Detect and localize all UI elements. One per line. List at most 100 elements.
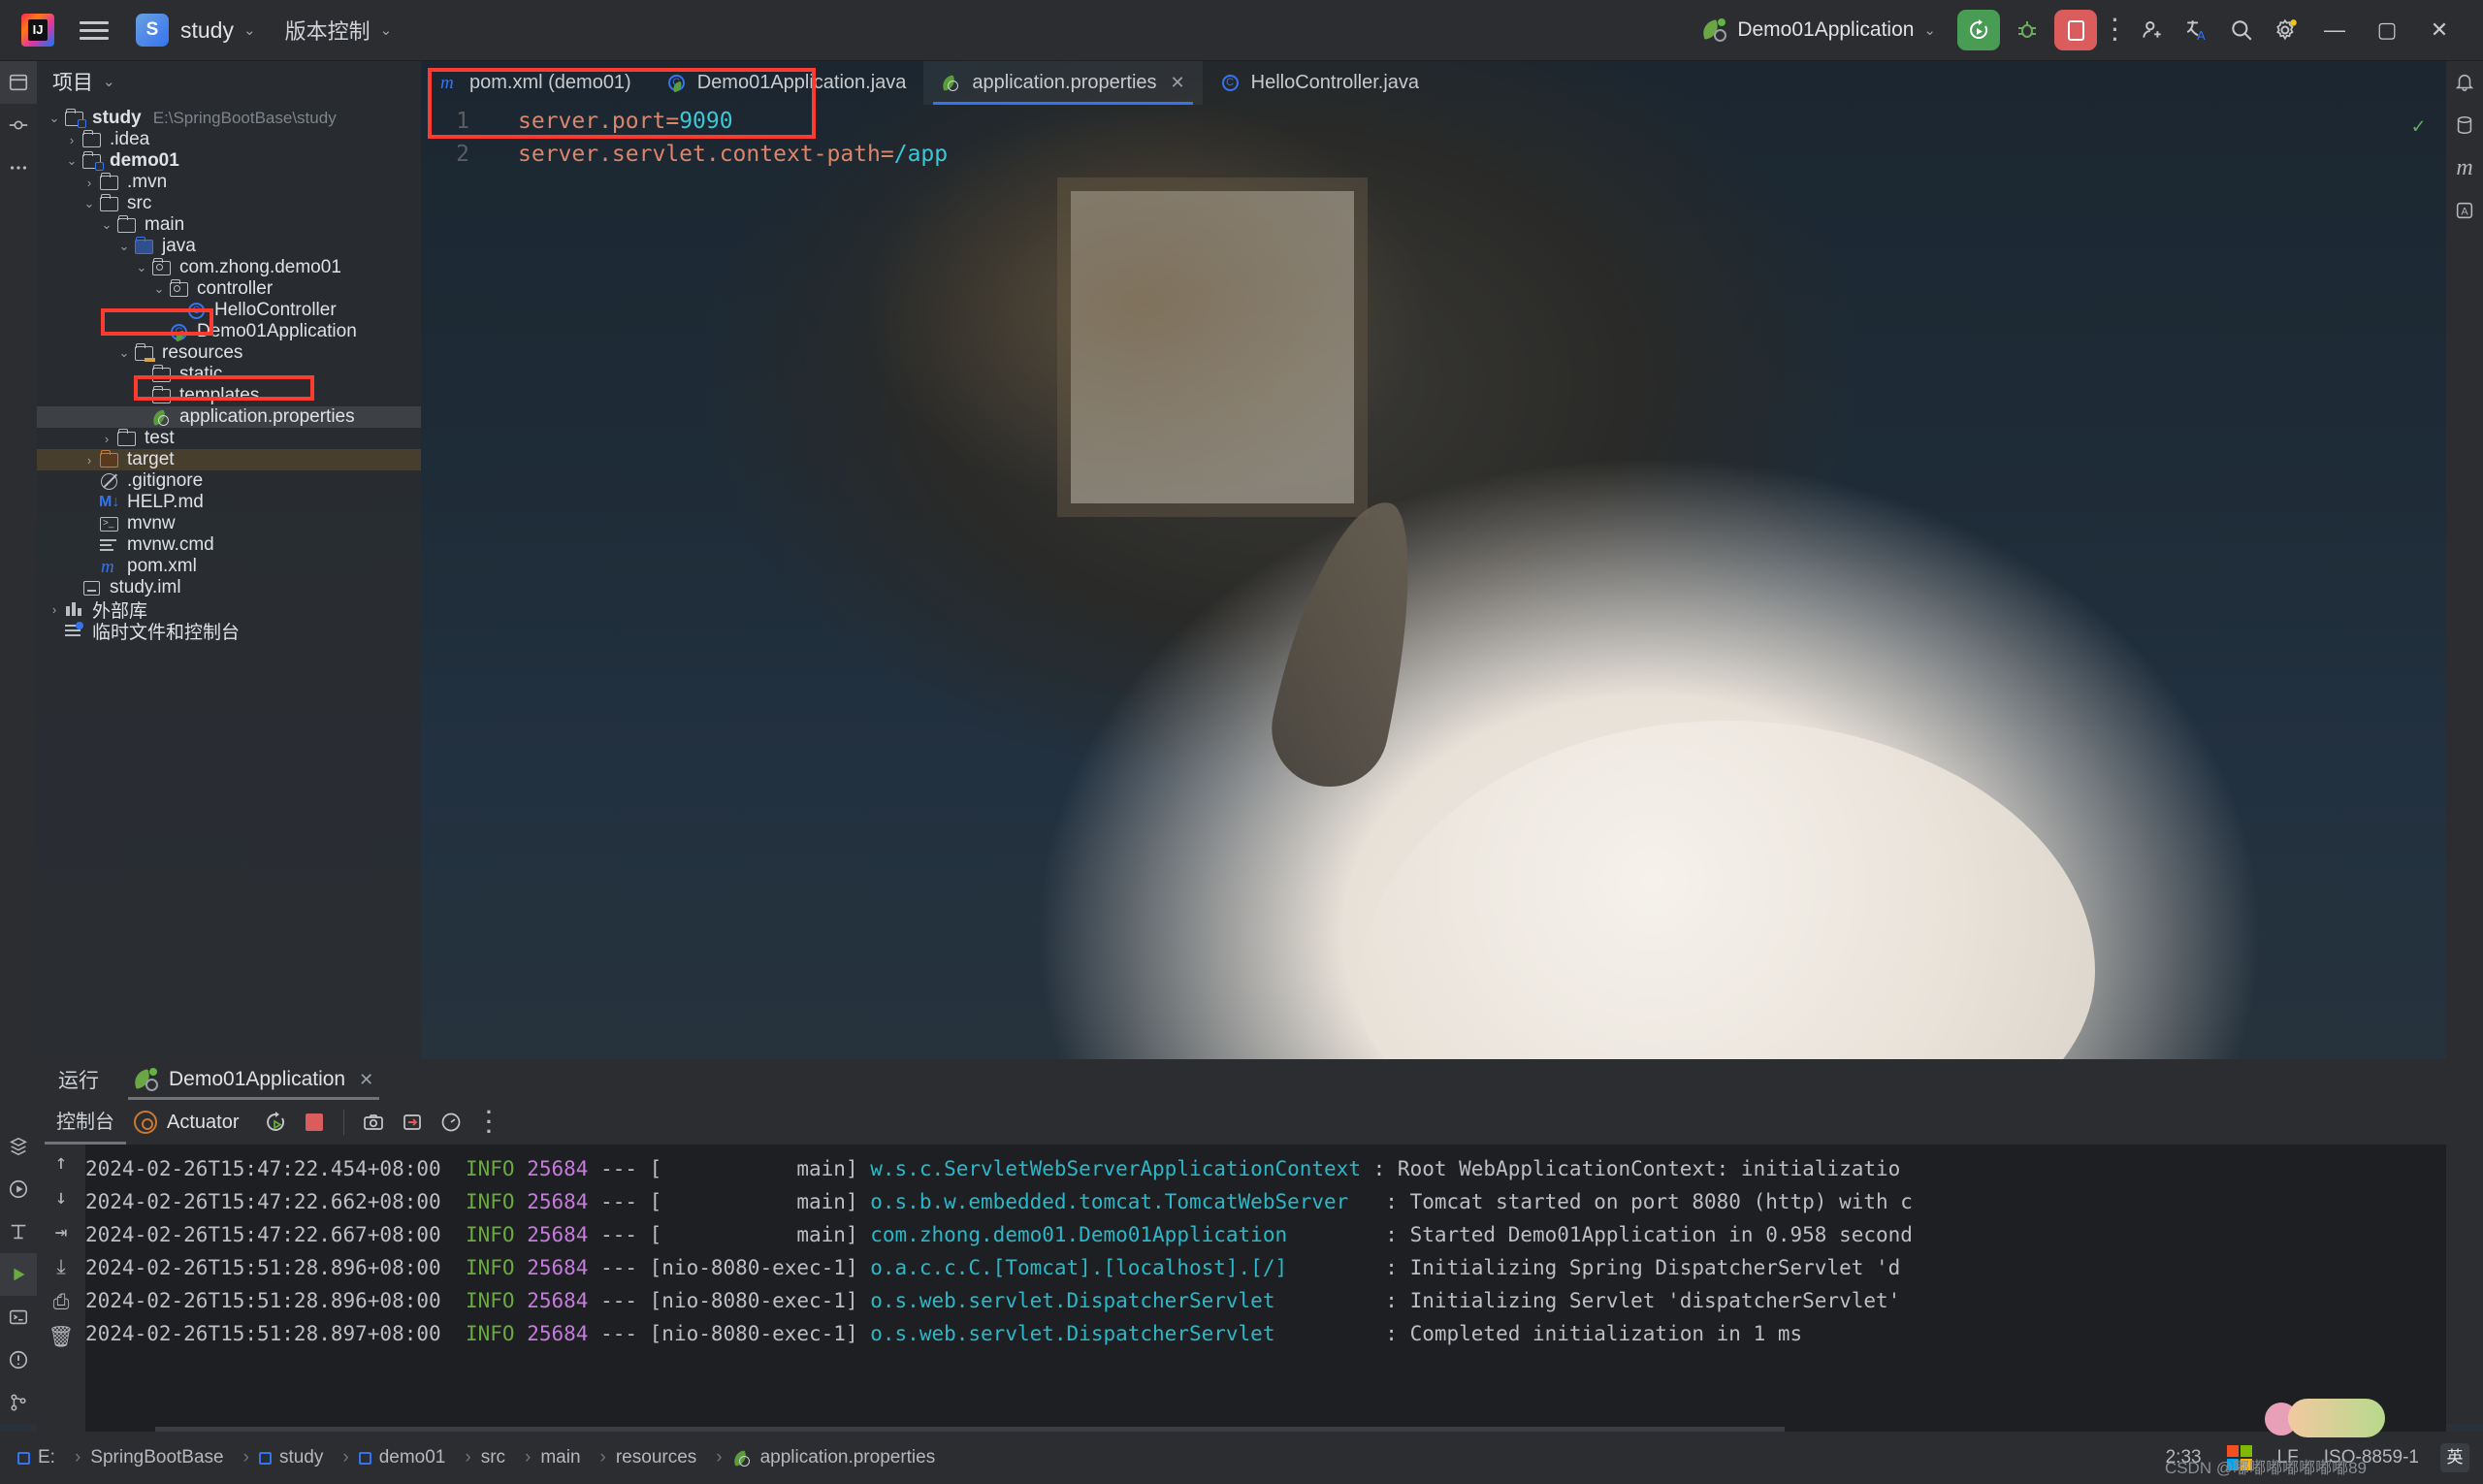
expand-arrow-icon[interactable]: ⌄ [114,239,134,254]
editor-tab-strip[interactable]: m pom.xml (demo01) C Demo01Application.java… [421,61,2446,105]
console-output[interactable]: ↑ ↓ ⇥ ⤓ ⎙ 🗑 2024-02-26T15:47:22.454+08:0… [37,1145,2446,1432]
close-icon[interactable]: ✕ [359,1070,373,1090]
line-content[interactable]: server.port=9090 [491,109,733,134]
expand-arrow-icon[interactable]: ⌄ [80,196,99,211]
project-tool-window-icon[interactable] [0,61,37,104]
tree-item-static[interactable]: static [37,364,421,385]
tree-item-mvn[interactable]: › .mvn [37,172,421,193]
tree-item-study[interactable]: ⌄ study E:\SpringBootBase\study [37,108,421,129]
soft-wrap-icon[interactable]: ⇥ [37,1214,85,1249]
breadcrumb-item-springbootbase[interactable]: SpringBootBase [90,1447,223,1468]
editor-tab-pom-xml-demo01[interactable]: m pom.xml (demo01) [421,61,649,105]
maximize-window-button[interactable]: ▢ [2361,10,2413,50]
tree-item-help-md[interactable]: M↓ HELP.md [37,492,421,513]
tree-item-idea[interactable]: › .idea [37,129,421,150]
editor-tab-application-properties[interactable]: application.properties ✕ [923,61,1203,105]
camera-icon[interactable] [354,1103,393,1142]
expand-arrow-icon[interactable]: › [80,453,99,468]
breadcrumb-item-study[interactable]: study [258,1447,323,1468]
line-content[interactable]: server.servlet.context-path=/app [491,142,948,167]
translate-icon[interactable]: A [2175,10,2219,50]
project-name-label[interactable]: study [180,17,234,44]
tree-item-demo01application[interactable]: C Demo01Application [37,321,421,342]
chevron-down-icon[interactable]: ⌄ [380,21,393,39]
run-button[interactable] [1957,10,2000,50]
expand-arrow-icon[interactable]: ⌄ [97,217,116,233]
problems-icon[interactable] [0,1339,37,1381]
editor-tab-demo01application-java[interactable]: C Demo01Application.java [649,61,924,105]
tree-item-[interactable]: 临时文件和控制台 [37,620,421,643]
more-vertical-icon[interactable]: · · · [474,1102,503,1143]
tree-item-demo01[interactable]: ⌄ demo01 [37,150,421,172]
tree-item-application-properties[interactable]: application.properties [37,406,421,428]
more-tool-windows-icon[interactable] [0,146,37,189]
run-configuration-selector[interactable]: Demo01Application ⌄ [1700,18,1936,42]
print-icon[interactable]: ⎙ [37,1284,85,1319]
services-icon[interactable] [0,1125,37,1168]
rerun-icon[interactable] [256,1103,295,1142]
vcs-menu-label[interactable]: 版本控制 [285,15,371,46]
expand-arrow-icon[interactable]: ⌄ [114,345,134,361]
close-icon[interactable]: ✕ [1171,73,1185,93]
close-window-button[interactable]: ✕ [2413,10,2466,50]
debug-button[interactable] [2006,10,2048,50]
breadcrumb-item-e[interactable]: E: [17,1447,55,1468]
tree-item-java[interactable]: ⌄ java [37,236,421,257]
actuator-tab[interactable]: Actuator [134,1111,239,1134]
stop-button[interactable] [2054,10,2097,50]
tree-item-resources[interactable]: ⌄ resources [37,342,421,364]
project-file-tree[interactable]: ⌄ study E:\SpringBootBase\study › .idea ⌄ demo… [37,102,421,643]
gear-icon[interactable] [2264,10,2308,50]
breadcrumb-item-application-properties[interactable]: application.properties [730,1447,935,1468]
scroll-down-icon[interactable]: ↓ [37,1179,85,1214]
editor-tab-hellocontroller-java[interactable]: C HelloController.java [1203,61,1436,105]
terminal-icon[interactable] [0,1296,37,1339]
tree-item-mvnw-cmd[interactable]: mvnw.cmd [37,534,421,556]
expand-arrow-icon[interactable]: ⌄ [45,111,64,126]
breadcrumb-item-main[interactable]: main [540,1447,580,1468]
inspection-status-icon[interactable]: ✓ [2412,114,2425,139]
expand-arrow-icon[interactable]: › [45,602,64,617]
tree-item-gitignore[interactable]: .gitignore [37,470,421,492]
maven-icon[interactable]: m [2446,146,2483,189]
breadcrumb-item-resources[interactable]: resources [616,1447,696,1468]
expand-arrow-icon[interactable]: › [80,176,99,190]
minimize-window-button[interactable]: — [2308,10,2361,50]
search-icon[interactable] [2219,10,2264,50]
expand-arrow-icon[interactable]: › [62,133,81,147]
notifications-icon[interactable] [2446,61,2483,104]
version-control-icon[interactable] [0,1381,37,1424]
ai-assistant-icon[interactable]: A [2446,189,2483,232]
ime-indicator[interactable]: 英 [2440,1443,2469,1472]
structure-icon[interactable] [0,1210,37,1253]
expand-arrow-icon[interactable]: ⌄ [62,153,81,169]
tree-item-hellocontroller[interactable]: C HelloController [37,300,421,321]
commit-icon[interactable] [0,104,37,146]
expand-arrow-icon[interactable]: ⌄ [132,260,151,275]
code-line[interactable]: 2 server.servlet.context-path=/app [421,138,2446,171]
code-line[interactable]: 1 server.port=9090 [421,105,2446,138]
more-vertical-icon[interactable]: · · · [2101,10,2130,50]
breadcrumb-item-demo01[interactable]: demo01 [358,1447,445,1468]
expand-arrow-icon[interactable]: › [97,432,116,446]
code-editor[interactable]: 1 server.port=9090 2 server.servlet.cont… [421,105,2446,1059]
dashboard-icon[interactable] [432,1103,470,1142]
run-anything-icon[interactable] [0,1253,37,1296]
scroll-up-icon[interactable]: ↑ [37,1145,85,1179]
database-icon[interactable] [2446,104,2483,146]
tree-item-target[interactable]: › target [37,449,421,470]
clear-all-icon[interactable]: 🗑 [37,1319,85,1354]
tree-item-test[interactable]: › test [37,428,421,449]
tree-item-main[interactable]: ⌄ main [37,214,421,236]
tree-item-mvnw[interactable]: >_ mvnw [37,513,421,534]
console-tab-label[interactable]: 控制台 [37,1100,134,1145]
run-tool-window-icon[interactable] [0,1168,37,1210]
breadcrumb[interactable]: E: › SpringBootBase › study › demo01 › src › main ›… [0,1447,945,1468]
tree-item-controller[interactable]: ⌄ controller [37,278,421,300]
expand-arrow-icon[interactable]: ⌄ [149,281,169,297]
chevron-down-icon[interactable]: ⌄ [243,21,256,39]
tree-item-src[interactable]: ⌄ src [37,193,421,214]
hamburger-menu-icon[interactable] [80,16,109,45]
tree-item-pom-xml[interactable]: m pom.xml [37,556,421,577]
stop-icon[interactable] [295,1103,334,1142]
